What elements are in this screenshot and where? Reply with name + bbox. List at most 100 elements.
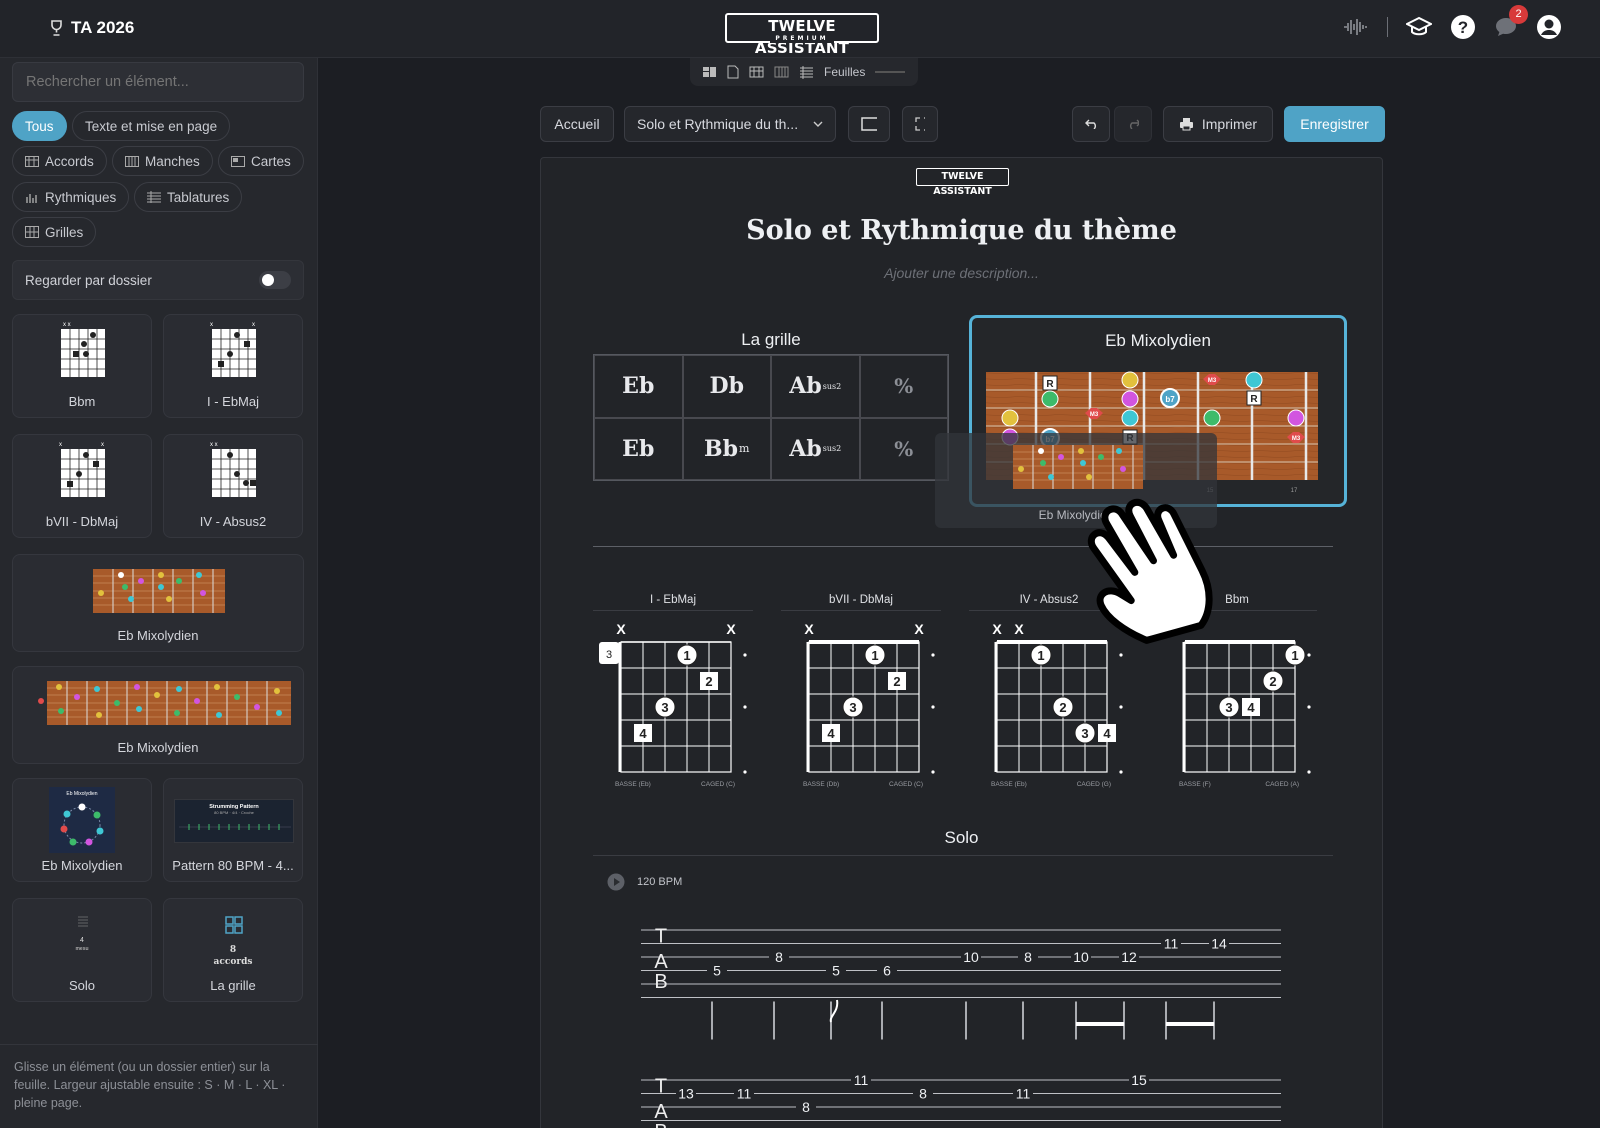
card-label: Eb Mixolydien bbox=[117, 628, 199, 643]
svg-text:x: x bbox=[210, 322, 213, 328]
fullscreen-button[interactable] bbox=[902, 106, 938, 142]
chord-thumbnail: xx bbox=[210, 322, 256, 377]
inlay-dot bbox=[931, 653, 935, 657]
filter-chip-text-layout[interactable]: Texte et mise en page bbox=[72, 111, 231, 141]
filter-chip-cards[interactable]: Cartes bbox=[218, 146, 304, 176]
page-icon[interactable] bbox=[727, 65, 739, 79]
mute-marker: X bbox=[804, 621, 814, 637]
svg-text:R: R bbox=[1250, 394, 1258, 405]
notifications-icon[interactable]: 2 bbox=[1494, 5, 1528, 39]
caged-label: CAGED (G) bbox=[1077, 781, 1111, 788]
rhythm-thumbnail: Strumming Pattern 80 BPM · 4/4 · Croche bbox=[174, 799, 294, 843]
svg-text:x x: x x bbox=[63, 322, 71, 328]
inlay-dot bbox=[1119, 705, 1123, 709]
print-button-label: Imprimer bbox=[1201, 116, 1258, 132]
element-card-neck[interactable]: Eb Mixolydien bbox=[12, 666, 304, 764]
chord-diagram[interactable]: X X 12 34 BASSE (Db) CAGED (C) bbox=[781, 616, 941, 796]
caged-label: CAGED (C) bbox=[701, 781, 735, 788]
grid-cell: Eb bbox=[594, 417, 683, 480]
printer-icon bbox=[1179, 118, 1193, 131]
tablature-icon[interactable] bbox=[799, 65, 814, 79]
element-card-rhythm[interactable]: Strumming Pattern 80 BPM · 4/4 · Croche … bbox=[163, 778, 303, 882]
tab-note: 8 bbox=[802, 1099, 810, 1115]
print-button[interactable]: Imprimer bbox=[1163, 106, 1273, 142]
filter-label: Manches bbox=[145, 153, 200, 169]
rhythm-bars-icon bbox=[26, 193, 37, 203]
filter-chip-rhythms[interactable]: Rythmiques bbox=[12, 182, 130, 212]
grid-cell: Bb m bbox=[682, 417, 771, 480]
layout-icon[interactable] bbox=[702, 66, 717, 78]
start-fret-number: 3 bbox=[606, 649, 612, 661]
element-card-tab[interactable]: 4 mesu Solo bbox=[12, 898, 152, 1002]
sheet-description[interactable]: Ajouter une description... bbox=[541, 265, 1382, 281]
redo-button[interactable] bbox=[1114, 106, 1152, 142]
sidebar-footer-divider bbox=[0, 1044, 318, 1045]
folder-view-toggle[interactable] bbox=[259, 271, 291, 289]
card-label: Bbm bbox=[68, 394, 96, 409]
fretboard-icon[interactable] bbox=[774, 66, 789, 78]
fretboard-frame bbox=[620, 641, 732, 773]
element-card-neck[interactable]: Eb Mixolydien bbox=[12, 554, 304, 652]
svg-text:M3: M3 bbox=[1090, 412, 1099, 418]
sheet-title[interactable]: Solo et Rythmique du thème bbox=[541, 215, 1382, 246]
grid-chord-root: Bb bbox=[704, 435, 739, 462]
chord-grid[interactable]: Eb Db Ab sus2 % Eb Bb m Ab sus2 % bbox=[593, 354, 949, 481]
finger-number: 3 bbox=[1225, 700, 1232, 715]
tab-clef-letter: B bbox=[654, 1121, 667, 1128]
app-switcher[interactable]: TA 2026 bbox=[50, 18, 134, 38]
svg-text:M3: M3 bbox=[1292, 436, 1301, 442]
home-button[interactable]: Accueil bbox=[540, 106, 614, 142]
finger-number: 1 bbox=[1291, 648, 1298, 663]
tab-note: 11 bbox=[737, 1086, 752, 1102]
filter-chip-tabs[interactable]: Tablatures bbox=[134, 182, 243, 212]
filter-chip-necks[interactable]: Manches bbox=[112, 146, 213, 176]
trophy-icon bbox=[50, 19, 63, 37]
grid-cell: Ab sus2 bbox=[771, 417, 860, 480]
filter-chip-chords[interactable]: Accords bbox=[12, 146, 107, 176]
element-card-map[interactable]: Eb Mixolydien Eb Mixolydien bbox=[12, 778, 152, 882]
graduation-cap-icon[interactable] bbox=[1406, 16, 1432, 38]
chord-grid-icon[interactable] bbox=[749, 66, 764, 78]
play-icon[interactable] bbox=[607, 873, 625, 891]
element-card-chord[interactable]: xx I - EbMaj bbox=[163, 314, 303, 418]
filter-chip-grids[interactable]: Grilles bbox=[12, 217, 97, 247]
element-card-grid[interactable]: 8 accords La grille bbox=[163, 898, 303, 1002]
grid-repeat-sign: % bbox=[894, 374, 914, 399]
svg-text:x: x bbox=[101, 442, 104, 448]
page-format-button[interactable] bbox=[848, 106, 890, 142]
element-card-chord[interactable]: x x Bbm bbox=[12, 314, 152, 418]
inlay-dot bbox=[743, 653, 747, 657]
finger-number: 1 bbox=[1037, 648, 1044, 663]
undo-button[interactable] bbox=[1072, 106, 1110, 142]
map-thumbnail: Eb Mixolydien bbox=[49, 787, 115, 853]
filter-label: Tous bbox=[25, 118, 54, 134]
tablature[interactable]: TAB585610810121114TAB131181181115 bbox=[541, 918, 1384, 1128]
svg-text:x: x bbox=[59, 442, 62, 448]
filter-label: Rythmiques bbox=[45, 189, 117, 205]
filter-label: Tablatures bbox=[167, 189, 230, 205]
help-icon[interactable]: ? bbox=[1450, 14, 1476, 40]
grid-cell: Db bbox=[682, 355, 771, 418]
save-button-label: Enregistrer bbox=[1300, 116, 1369, 132]
topbar-divider bbox=[1387, 17, 1388, 37]
bass-label: BASSE (Eb) bbox=[991, 781, 1027, 788]
chord-diagram[interactable]: X X3 1234BASSE (Eb) CAGED (C) bbox=[593, 616, 753, 796]
save-button[interactable]: Enregistrer bbox=[1284, 106, 1385, 142]
filter-chip-all[interactable]: Tous bbox=[12, 111, 67, 141]
waveform-icon[interactable] bbox=[1343, 17, 1369, 37]
card-label: Pattern 80 BPM - 4... bbox=[172, 858, 294, 873]
finger-number: 2 bbox=[1269, 674, 1276, 689]
tab-note: 5 bbox=[832, 963, 840, 979]
element-card-chord[interactable]: xx bVII - DbMaj bbox=[12, 434, 152, 538]
sheet-select[interactable]: Solo et Rythmique du th... bbox=[624, 106, 836, 142]
svg-text:?: ? bbox=[1458, 18, 1468, 37]
search-input[interactable] bbox=[12, 62, 304, 102]
element-card-chord[interactable]: x x IV - Absus2 bbox=[163, 434, 303, 538]
tempo-label: 120 BPM bbox=[637, 876, 683, 888]
tab-note: 10 bbox=[1073, 949, 1089, 965]
tab-note: 11 bbox=[1164, 936, 1179, 952]
fret-number: 17 bbox=[1291, 488, 1298, 494]
sheets-tab-label[interactable]: Feuilles bbox=[824, 65, 865, 79]
finger-number: 2 bbox=[705, 674, 712, 689]
account-icon[interactable] bbox=[1536, 14, 1562, 40]
